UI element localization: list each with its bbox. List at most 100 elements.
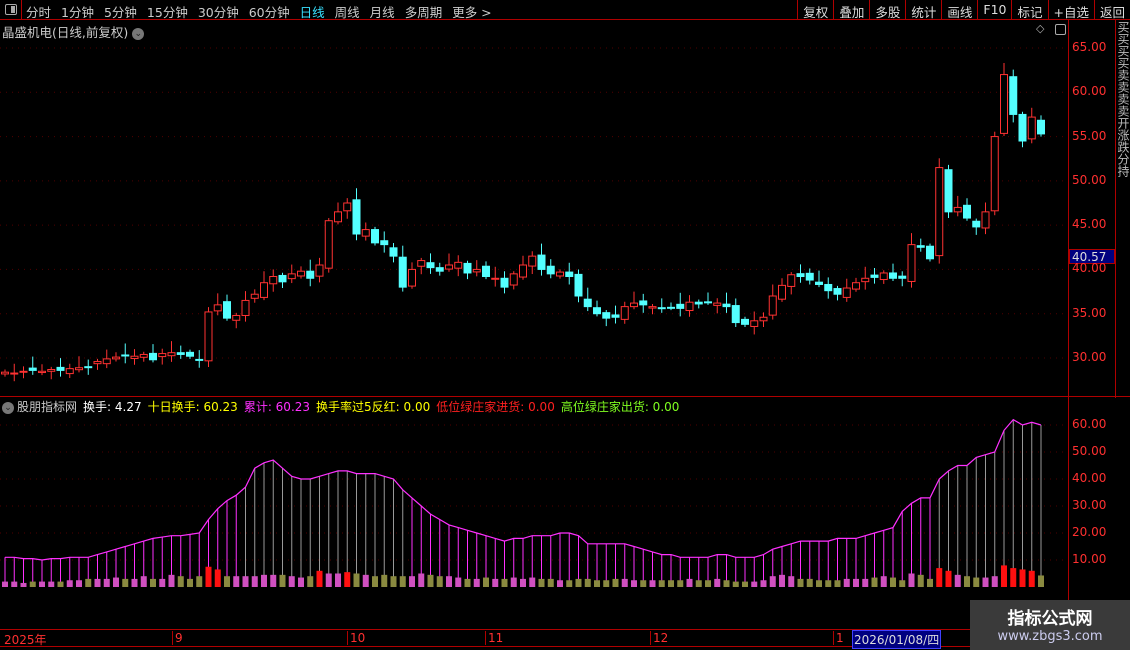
turnover-bar <box>991 576 998 587</box>
price-tick-label: 65.00 <box>1072 40 1107 54</box>
turnover-bar <box>575 578 582 587</box>
turnover-bar <box>658 580 665 587</box>
candle-body <box>519 264 527 278</box>
candle-body <box>10 372 19 375</box>
turnover-bar <box>464 578 471 587</box>
candle-body <box>463 262 472 274</box>
turnover-bar <box>705 580 711 587</box>
candle-body <box>112 356 120 360</box>
turnover-bar <box>788 576 795 587</box>
candlestick-chart[interactable] <box>0 0 1068 630</box>
candle-body <box>509 273 518 286</box>
turnover-bar <box>325 573 332 587</box>
date-label: 9 <box>172 631 183 645</box>
candle-body <box>65 368 74 375</box>
candle-body <box>639 300 648 306</box>
turnover-bar <box>205 566 212 587</box>
turnover-bar <box>603 580 610 587</box>
turnover-bar <box>547 578 554 587</box>
candle-body <box>287 273 296 280</box>
candle-body <box>232 314 241 321</box>
turnover-bar <box>825 580 832 587</box>
turnover-bar <box>1028 570 1035 587</box>
turnover-bar <box>483 577 489 587</box>
turnover-bar <box>834 580 841 587</box>
candle-body <box>805 272 814 281</box>
turnover-bar <box>621 578 628 587</box>
candle-body <box>879 272 888 281</box>
turnover-bar <box>381 574 388 587</box>
candle-body <box>204 311 213 362</box>
turnover-bar <box>362 574 369 587</box>
turnover-bar <box>899 580 906 587</box>
turnover-bar <box>196 576 203 587</box>
turnover-bar <box>473 578 480 587</box>
candle-body <box>944 169 953 213</box>
turnover-bar <box>927 578 933 587</box>
turnover-bar <box>501 578 508 587</box>
turnover-bar <box>538 578 545 587</box>
candle-body <box>130 355 139 360</box>
candle-body <box>28 367 37 371</box>
turnover-bar <box>436 576 443 587</box>
candle-body <box>963 204 971 219</box>
price-tick-label: 35.00 <box>1072 305 1107 320</box>
candle-body <box>741 318 749 325</box>
candle-body <box>269 276 278 285</box>
date-label: 11 <box>485 631 503 645</box>
candle-body <box>583 298 592 308</box>
candle-body <box>389 247 398 257</box>
candle-body <box>186 351 194 357</box>
candle-body <box>852 282 860 290</box>
turnover-bar <box>39 581 45 587</box>
turnover-bar <box>714 578 721 587</box>
turnover-bar <box>695 580 702 587</box>
chevron-down-icon[interactable]: ⌄ <box>2 401 14 414</box>
candle-body <box>84 366 93 369</box>
candle-body <box>223 301 231 319</box>
candle-body <box>713 302 722 306</box>
turnover-bar <box>113 577 119 587</box>
candle-body <box>750 320 759 327</box>
candle-body <box>371 229 379 244</box>
candle-body <box>417 260 426 267</box>
candle-body <box>657 307 666 310</box>
candle-body <box>630 302 638 308</box>
turnover-bar <box>631 580 637 587</box>
turnover-bar <box>492 578 499 587</box>
indicator-tick-label: 30.00 <box>1072 498 1107 512</box>
turnover-bar <box>510 577 517 587</box>
candle-body <box>121 354 130 357</box>
candle-body <box>241 299 250 316</box>
side-strip[interactable]: 买买买买卖卖卖卖开涨跌分持 <box>1116 21 1130 396</box>
turnover-bar <box>1038 575 1044 587</box>
turnover-bar <box>418 573 425 587</box>
turnover-bar <box>11 581 18 587</box>
tool-button[interactable]: 返回 <box>1093 0 1130 20</box>
turnover-bar <box>520 578 526 587</box>
turnover-bar <box>76 580 82 587</box>
candle-body <box>1009 76 1018 115</box>
turnover-bar <box>779 574 785 587</box>
candle-body <box>93 361 102 365</box>
candle-body <box>1027 116 1036 140</box>
indicator-tick-label: 50.00 <box>1072 444 1107 458</box>
date-axis-bottom <box>0 646 970 647</box>
candle-body <box>426 262 435 269</box>
candle-body <box>759 316 768 322</box>
turnover-bar <box>529 577 536 587</box>
turnover-bar <box>982 577 989 587</box>
candle-body <box>528 255 537 267</box>
candle-body <box>278 274 287 283</box>
candle-body <box>352 199 361 235</box>
turnover-bar <box>760 580 767 587</box>
candle-body <box>195 358 204 361</box>
candle-body <box>398 256 407 288</box>
turnover-bar <box>233 576 240 587</box>
price-tick-label: 50.00 <box>1072 172 1107 187</box>
candle-body <box>620 306 629 320</box>
indicator-value: 累计: 60.23 <box>243 400 311 414</box>
turnover-bar <box>279 574 286 587</box>
turnover-bar <box>806 578 813 587</box>
indicator-tick-label: 60.00 <box>1072 417 1107 431</box>
